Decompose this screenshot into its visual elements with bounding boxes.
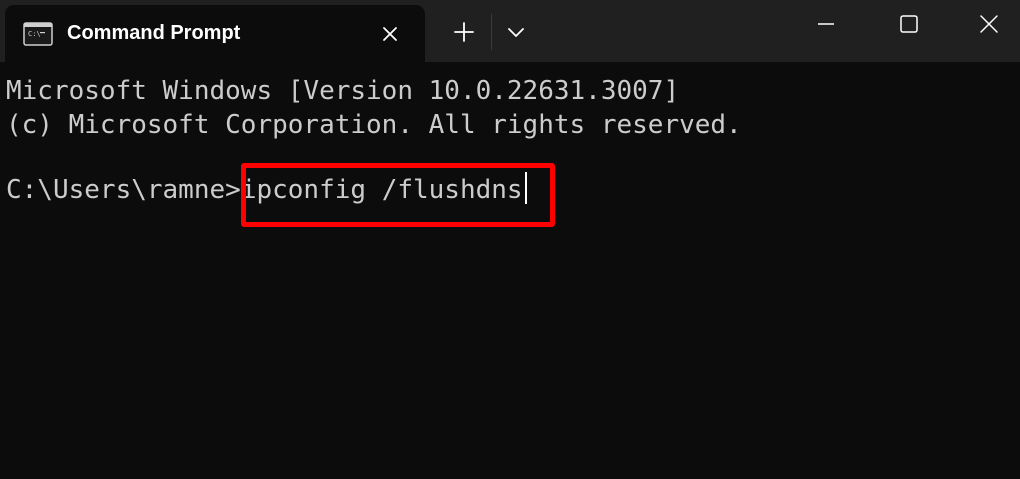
tab-title: Command Prompt xyxy=(67,22,241,44)
terminal-window: C:\ Command Prompt Microsoft Windows [Ve… xyxy=(0,0,1020,479)
console-line-version: Microsoft Windows [Version 10.0.22631.30… xyxy=(6,76,680,106)
console-icon: C:\ xyxy=(23,22,53,46)
minimize-icon xyxy=(818,23,834,25)
tab-divider xyxy=(491,14,492,50)
plus-icon xyxy=(454,22,474,42)
close-icon xyxy=(383,27,397,41)
tab-dropdown-button[interactable] xyxy=(496,12,536,52)
tab-close-button[interactable] xyxy=(375,19,405,49)
new-tab-button[interactable] xyxy=(442,12,486,52)
maximize-button[interactable] xyxy=(868,0,948,50)
maximize-icon xyxy=(900,15,918,33)
svg-text:C:\: C:\ xyxy=(28,30,41,38)
prompt-path: C:\Users\ramne> xyxy=(6,175,241,205)
minimize-button[interactable] xyxy=(786,0,866,50)
command-highlight-box xyxy=(241,163,555,227)
close-icon xyxy=(980,15,998,33)
chevron-down-icon xyxy=(508,28,524,37)
console-line-copyright: (c) Microsoft Corporation. All rights re… xyxy=(6,110,742,140)
tab-command-prompt[interactable]: C:\ Command Prompt xyxy=(5,5,425,62)
window-close-button[interactable] xyxy=(949,0,1020,50)
console-output[interactable]: Microsoft Windows [Version 10.0.22631.30… xyxy=(0,62,1020,479)
title-bar[interactable]: C:\ Command Prompt xyxy=(0,0,1020,62)
